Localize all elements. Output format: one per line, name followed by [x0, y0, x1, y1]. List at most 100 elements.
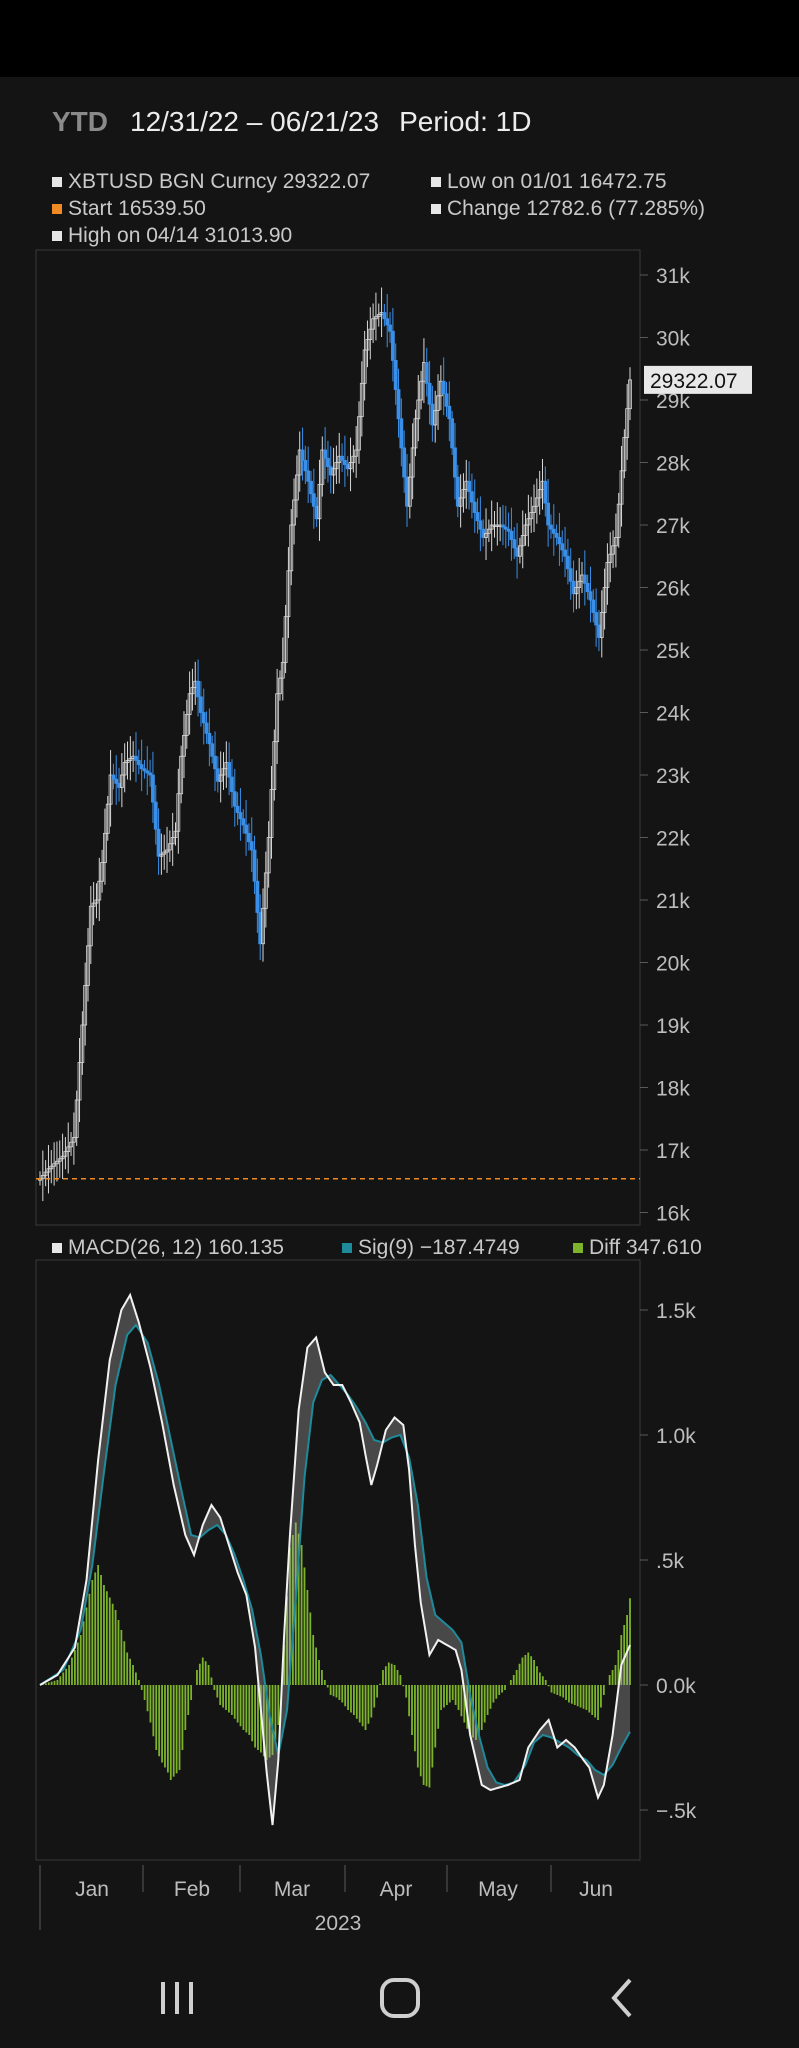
diff-bar — [137, 1680, 140, 1685]
diff-bar — [608, 1675, 611, 1685]
price-candle — [167, 830, 172, 862]
diff-bar — [228, 1685, 230, 1713]
price-candle — [557, 512, 562, 566]
candle-body — [309, 480, 313, 495]
diff-bar — [419, 1685, 422, 1777]
x-tick-label: Jan — [75, 1878, 109, 1901]
diff-bar — [332, 1685, 335, 1697]
price-candle — [498, 507, 503, 542]
price-candle — [119, 753, 124, 808]
diff-bar — [251, 1685, 254, 1742]
last-price-tag-text: 29322.07 — [650, 370, 738, 393]
diff-bar — [91, 1580, 94, 1685]
diff-bar — [140, 1685, 143, 1690]
candle-body — [427, 382, 432, 405]
diff-bar — [338, 1685, 341, 1700]
diff-bar — [129, 1658, 131, 1685]
candle-body — [444, 393, 449, 407]
candle-body — [554, 532, 559, 538]
diff-bar — [428, 1685, 431, 1788]
diff-bar — [245, 1685, 248, 1733]
y-tick-label: 16k — [656, 1203, 690, 1226]
diff-bar — [181, 1685, 184, 1750]
candle-body — [153, 801, 158, 830]
recent-apps-icon — [161, 1982, 193, 2014]
diff-bar — [146, 1685, 149, 1712]
candle-body — [512, 539, 517, 549]
diff-bar — [248, 1685, 251, 1735]
back-button[interactable] — [594, 1968, 654, 2028]
diff-bar — [213, 1685, 216, 1690]
y-tick-label: 18k — [656, 1078, 690, 1101]
diff-bar — [396, 1670, 399, 1685]
candle-body — [340, 455, 344, 461]
y-tick-label: 22k — [656, 828, 690, 851]
status-bar — [0, 0, 799, 77]
price-candle — [49, 1150, 54, 1184]
legend-swatch — [52, 204, 62, 214]
price-panel[interactable]: 31k30k29k28k27k26k25k24k23k22k21k20k19k1… — [35, 249, 752, 1226]
diff-bar — [306, 1590, 309, 1685]
y-tick-label: 31k — [656, 265, 690, 288]
recent-apps-button[interactable] — [147, 1968, 207, 2028]
candle-body — [546, 502, 551, 526]
date-range[interactable]: 12/31/22 – 06/21/23 — [130, 106, 379, 138]
ytd-label[interactable]: YTD — [52, 106, 108, 138]
diff-bar — [573, 1685, 576, 1705]
diff-bar — [117, 1620, 120, 1685]
candle-body — [565, 555, 570, 570]
diff-bar — [120, 1630, 123, 1685]
candle-body — [213, 755, 217, 770]
diff-bar — [591, 1685, 594, 1715]
macd-panel[interactable]: 1.5k 1.0k .5k 0.0k −.5k — [35, 1259, 697, 1861]
diff-bar — [530, 1656, 533, 1685]
price-candle — [376, 303, 381, 327]
price-candle — [43, 1160, 48, 1187]
legend-text: XBTUSD BGN Curncy 29322.07 — [68, 170, 371, 193]
price-candle — [532, 484, 536, 533]
diff-bar — [312, 1635, 315, 1685]
diff-bar — [492, 1685, 495, 1703]
legend-low: Low on 01/01 16472.75 — [431, 170, 667, 194]
candle-body — [509, 530, 514, 540]
diff-bar — [361, 1685, 364, 1727]
price-candle — [501, 504, 505, 546]
price-candle — [244, 800, 248, 856]
diff-bar — [79, 1635, 82, 1685]
diff-bar — [326, 1685, 329, 1688]
diff-bar — [335, 1685, 338, 1698]
diff-bar — [210, 1677, 213, 1685]
navigation-bar — [0, 1930, 799, 2048]
diff-bar — [222, 1685, 225, 1708]
diff-bar — [149, 1685, 152, 1723]
candle-body — [568, 568, 573, 582]
chart-area[interactable]: 31k30k29k28k27k26k25k24k23k22k21k20k19k1… — [0, 240, 799, 1930]
diff-bar — [88, 1593, 91, 1685]
candle-body — [300, 449, 305, 461]
diff-bar — [166, 1685, 169, 1773]
diff-bar — [443, 1685, 445, 1708]
diff-bar — [62, 1672, 65, 1685]
price-candle — [46, 1145, 51, 1194]
diff-bar — [216, 1685, 219, 1698]
price-candle — [560, 530, 565, 563]
diff-bar — [425, 1685, 428, 1787]
candle-body — [385, 318, 390, 326]
candle-body — [323, 449, 328, 459]
candle-body — [246, 832, 251, 843]
diff-bar — [155, 1685, 158, 1750]
candle-body — [139, 764, 144, 770]
period-label[interactable]: Period: 1D — [399, 106, 531, 138]
price-candle — [134, 732, 138, 783]
candle-body — [111, 774, 116, 780]
diff-bar — [239, 1685, 242, 1727]
diff-bar — [533, 1660, 535, 1685]
candle-body — [252, 849, 257, 882]
diff-bar — [355, 1685, 358, 1719]
y-tick-label: 23k — [656, 765, 690, 788]
diff-bar — [230, 1685, 233, 1715]
diff-bar — [434, 1685, 437, 1748]
y-tick-label: 30k — [656, 328, 690, 351]
home-button[interactable] — [370, 1968, 430, 2028]
legend-swatch — [431, 204, 441, 214]
